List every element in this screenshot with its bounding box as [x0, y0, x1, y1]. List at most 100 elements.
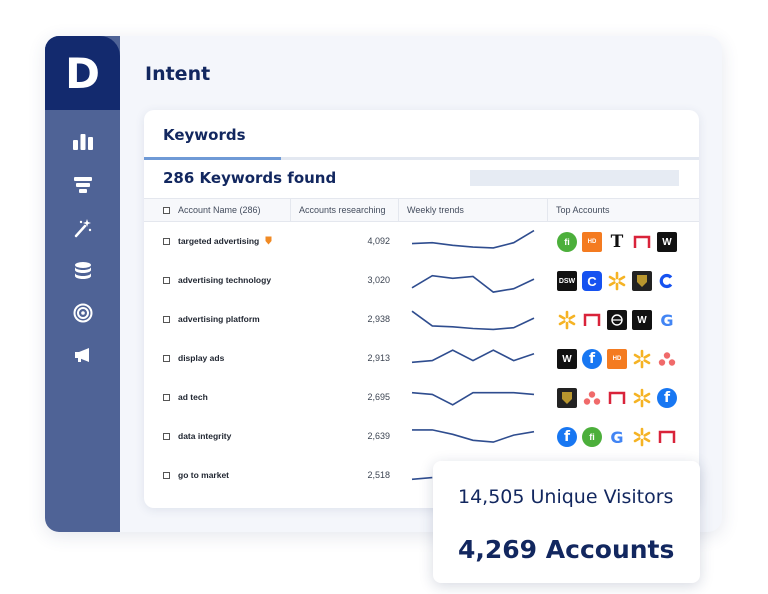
tab-keywords[interactable]: Keywords: [163, 126, 246, 144]
square-outline-icon[interactable]: [582, 310, 602, 330]
weekly-trend-sparkline: [411, 391, 535, 406]
row-checkbox[interactable]: [163, 238, 170, 245]
keywords-card: Keywords 286 Keywords found Account Name…: [144, 110, 699, 508]
dsw-icon[interactable]: DSW: [557, 271, 577, 291]
keyword-label: go to market: [178, 470, 230, 480]
square-outline-icon[interactable]: [632, 232, 652, 252]
accounts-count: 4,092: [367, 236, 390, 246]
shield-outline-icon[interactable]: [607, 310, 627, 330]
row-checkbox[interactable]: [163, 316, 170, 323]
wwe-icon[interactable]: W: [557, 349, 577, 369]
home-depot-icon[interactable]: HD: [607, 349, 627, 369]
row-checkbox[interactable]: [163, 472, 170, 479]
table-row[interactable]: targeted advertising 4,092 fi HD T W: [144, 222, 699, 261]
column-accounts-researching[interactable]: Accounts researching: [291, 199, 399, 221]
table-row[interactable]: data integrity 2,639 f fi G: [144, 417, 699, 456]
column-header-label: Weekly trends: [407, 205, 464, 215]
trend-line: [412, 429, 535, 443]
hellofresh-icon[interactable]: fi: [582, 427, 602, 447]
walmart-icon[interactable]: [632, 388, 652, 408]
sidebar: D: [45, 36, 120, 532]
top-accounts-logos: WG: [557, 310, 677, 330]
logo[interactable]: D: [45, 36, 120, 110]
walmart-icon[interactable]: [607, 271, 627, 291]
lamborghini-icon[interactable]: [632, 271, 652, 291]
column-header-label: Top Accounts: [556, 205, 610, 215]
keyword-label: targeted advertising: [178, 236, 260, 246]
weekly-trend-sparkline: [411, 310, 535, 331]
weekly-trend-sparkline: [411, 274, 535, 293]
keyword-label: display ads: [178, 353, 225, 363]
walmart-icon[interactable]: [557, 310, 577, 330]
keywords-found-count: 286 Keywords found: [163, 169, 337, 187]
wwe-icon[interactable]: W: [632, 310, 652, 330]
trend-line: [411, 349, 535, 364]
square-outline-icon[interactable]: [607, 388, 627, 408]
google-icon[interactable]: G: [657, 310, 677, 330]
funnel-icon[interactable]: [67, 169, 99, 201]
database-icon[interactable]: [67, 255, 99, 287]
keyword-label: advertising technology: [178, 275, 272, 285]
magic-wand-icon[interactable]: [67, 212, 99, 244]
table-row[interactable]: advertising technology 3,020 DSW C: [144, 261, 699, 300]
accounts-count: 2,518: [367, 470, 390, 480]
target-icon[interactable]: [67, 297, 99, 329]
bar-chart-icon[interactable]: [67, 125, 99, 157]
hellofresh-icon[interactable]: fi: [557, 232, 577, 252]
coinbase-square-icon[interactable]: C: [582, 271, 602, 291]
megaphone-icon[interactable]: [67, 339, 99, 371]
table-row[interactable]: ad tech 2,695 f: [144, 378, 699, 417]
top-accounts-logos: Wf HD: [557, 349, 677, 369]
column-header-label: Account Name (286): [178, 205, 261, 215]
column-account-name[interactable]: Account Name (286): [144, 199, 291, 221]
select-all-checkbox[interactable]: [163, 207, 170, 214]
search-input[interactable]: [470, 170, 679, 186]
top-accounts-logos: f: [557, 388, 677, 408]
keyword-cell: targeted advertising: [163, 236, 272, 246]
tab-active-indicator: [144, 157, 281, 160]
column-top-accounts[interactable]: Top Accounts: [548, 199, 699, 221]
row-checkbox[interactable]: [163, 394, 170, 401]
table-header: Account Name (286) Accounts researching …: [144, 198, 699, 222]
keyword-cell: advertising technology: [163, 275, 271, 285]
facebook-icon[interactable]: f: [582, 349, 602, 369]
lamborghini-icon[interactable]: [557, 388, 577, 408]
row-checkbox[interactable]: [163, 277, 170, 284]
keyword-cell: advertising platform: [163, 314, 260, 324]
coinbase-icon[interactable]: [657, 271, 677, 291]
shield-icon: [265, 236, 272, 245]
home-depot-icon[interactable]: HD: [582, 232, 602, 252]
asana-icon[interactable]: [657, 349, 677, 369]
trend-line: [411, 476, 433, 481]
top-accounts-logos: fi HD T W: [557, 232, 677, 252]
google-icon[interactable]: G: [607, 427, 627, 447]
trend-line: [411, 229, 535, 249]
top-accounts-logos: f fi G: [557, 427, 677, 447]
keyword-label: ad tech: [178, 392, 208, 402]
square-outline-icon[interactable]: [657, 427, 677, 447]
accounts-count: 2,938: [367, 314, 390, 324]
accounts-stat: 4,269 Accounts: [458, 535, 675, 564]
table-row[interactable]: advertising platform 2,938 W G: [144, 300, 699, 339]
walmart-icon[interactable]: [632, 349, 652, 369]
facebook-icon[interactable]: f: [657, 388, 677, 408]
weekly-trend-sparkline: [412, 429, 535, 443]
unique-visitors-stat: 14,505 Unique Visitors: [458, 486, 674, 508]
row-checkbox[interactable]: [163, 433, 170, 440]
top-accounts-logos: DSW C: [557, 271, 677, 291]
keyword-cell: data integrity: [163, 431, 231, 441]
nyt-icon[interactable]: T: [607, 232, 627, 252]
weekly-trend-sparkline: [411, 229, 535, 249]
keyword-label: data integrity: [178, 431, 232, 441]
column-weekly-trends[interactable]: Weekly trends: [399, 199, 548, 221]
asana-icon[interactable]: [582, 388, 602, 408]
wwe-icon[interactable]: W: [657, 232, 677, 252]
app-window: D Intent Keywords 286 Keywords found Acc…: [45, 36, 722, 532]
table-row[interactable]: display ads 2,913 Wf HD: [144, 339, 699, 378]
facebook-icon[interactable]: f: [557, 427, 577, 447]
accounts-count: 2,639: [367, 431, 390, 441]
trend-line: [411, 274, 535, 293]
row-checkbox[interactable]: [163, 355, 170, 362]
walmart-icon[interactable]: [632, 427, 652, 447]
page-title: Intent: [145, 63, 211, 85]
